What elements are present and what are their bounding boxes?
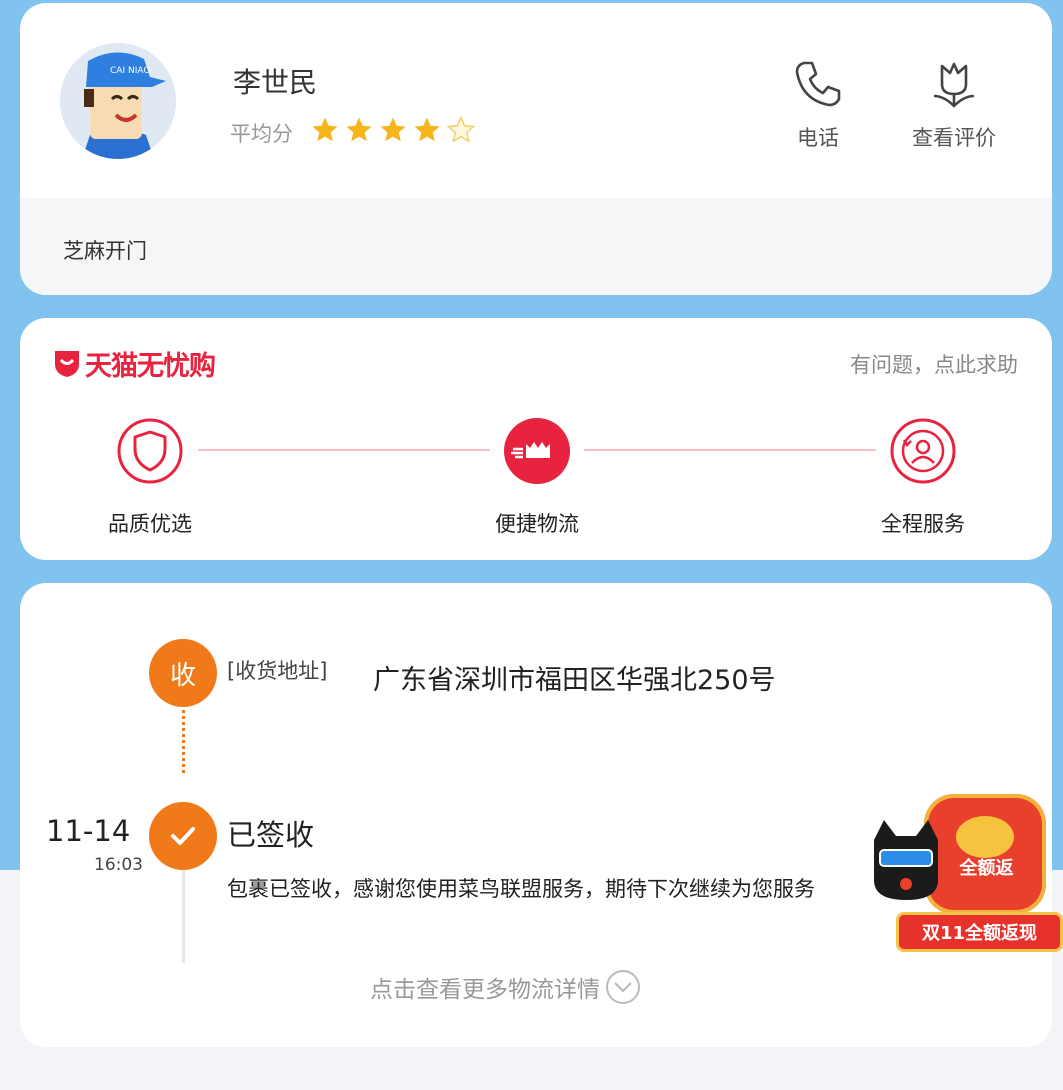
shield-icon [117,418,183,484]
more-logistics-label: 点击查看更多物流详情 [370,977,600,1003]
call-label: 电话 [797,126,839,150]
tmall-cat-mascot-icon [874,820,938,900]
sesame-open-text: 芝麻开门 [63,239,147,263]
feature-label: 全程服务 [881,512,965,536]
tmall-logo: 天猫无忧购 [53,346,216,382]
feature-logistics[interactable]: 便捷物流 [462,418,612,538]
more-logistics-link[interactable]: 点击查看更多物流详情 [370,968,642,1006]
star-filled-icon [414,117,440,142]
promo-banner: 双11全额返现 [896,912,1063,952]
star-filled-icon [346,117,372,142]
tmall-title: 天猫无忧购 [85,350,216,382]
svg-text:CAI NIAO: CAI NIAO [110,66,150,76]
star-filled-icon [380,117,406,142]
help-link[interactable]: 有问题，点此求助 [850,349,1018,379]
courier-avatar[interactable]: CAI NIAO [60,43,176,159]
tmall-shield-icon [55,351,79,377]
coin-icon [956,816,1014,858]
sesame-bar[interactable] [20,198,1052,295]
service-person-icon [890,418,956,484]
star-filled-icon [312,117,338,142]
chevron-down-icon [606,970,640,1004]
event-date: 11-14 [46,814,131,848]
event-time: 16:03 [94,855,143,875]
feature-quality[interactable]: 品质优选 [75,418,225,538]
view-reviews-button[interactable]: 查看评价 [902,58,1006,152]
connector-line [584,449,876,451]
call-button[interactable]: 电话 [785,58,851,152]
timeline-line [182,868,185,963]
view-reviews-label: 查看评价 [912,126,996,150]
double11-cashback-promo[interactable]: 全额返 双11全额返现 [866,794,1063,964]
delivery-icon [504,418,570,484]
signed-node [149,802,217,870]
feature-label: 品质优选 [108,512,192,536]
receive-node: 收 [149,639,217,707]
courier-cartoon-icon: CAI NIAO [60,43,176,159]
promo-top-text: 全额返 [959,858,1014,879]
timeline-dotted-line [182,703,185,773]
rating-label: 平均分 [230,122,293,146]
courier-card: CAI NIAO 李世民 平均分 电话 查看评价 芝麻开门 [20,3,1052,295]
tmall-guarantee-card: 天猫无忧购 有问题，点此求助 品质优选 便捷物流 全程服务 [20,318,1052,560]
feature-label: 便捷物流 [495,512,579,536]
phone-icon [795,61,841,107]
courier-name: 李世民 [233,66,318,99]
status-detail: 包裹已签收，感谢您使用菜鸟联盟服务，期待下次继续为您服务 [227,877,815,901]
connector-line [198,449,490,451]
feature-service[interactable]: 全程服务 [848,418,998,538]
delivery-address: 广东省深圳市福田区华强北250号 [373,665,776,696]
tulip-icon [933,62,975,108]
star-empty-icon [446,115,476,143]
delivery-status: 已签收 [227,818,315,852]
check-icon [171,827,195,845]
address-label: [收货地址] [227,659,328,683]
